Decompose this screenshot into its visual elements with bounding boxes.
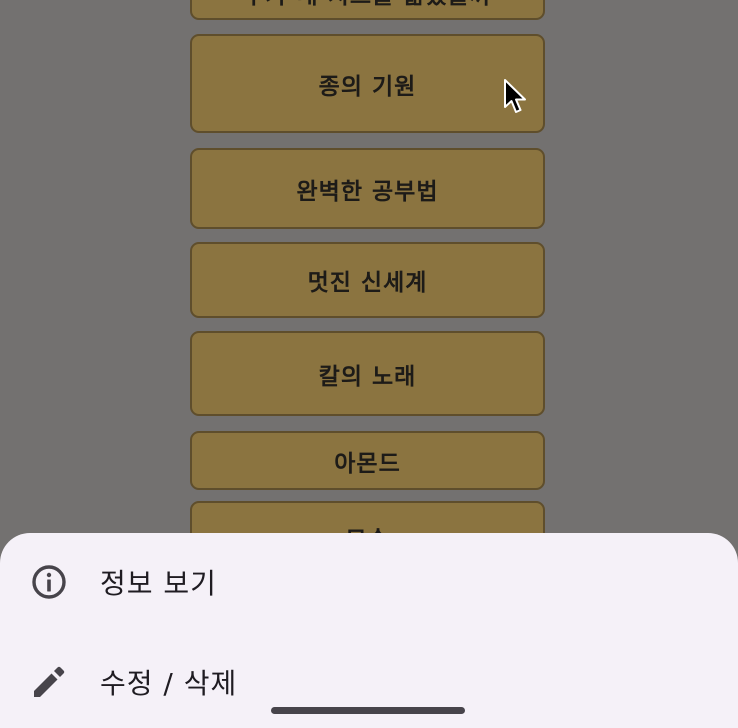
info-icon (32, 565, 66, 599)
mouse-cursor-icon (504, 79, 526, 113)
view-info-label: 정보 보기 (100, 567, 217, 600)
book-card[interactable]: 완벽한 공부법 (190, 148, 545, 229)
screen: 누가 내 치즈를 옮겼을까 종의 기원 완벽한 공부법 멋진 신세계 칼의 노래… (0, 0, 738, 728)
book-card[interactable]: 아몬드 (190, 431, 545, 490)
book-title: 칼의 노래 (318, 363, 417, 390)
book-title: 누가 내 치즈를 옮겼을까 (243, 0, 492, 10)
book-card[interactable]: 종의 기원 (190, 34, 545, 133)
edit-delete-label: 수정 / 삭제 (100, 667, 238, 700)
view-info-menu-item[interactable]: 정보 보기 (0, 543, 738, 621)
book-title: 멋진 신세계 (307, 270, 428, 296)
home-indicator[interactable] (271, 707, 465, 714)
book-title: 아몬드 (334, 450, 401, 477)
book-card[interactable]: 멋진 신세계 (190, 242, 545, 318)
pencil-icon (34, 666, 65, 697)
book-card[interactable]: 누가 내 치즈를 옮겼을까 (190, 0, 545, 20)
bottom-sheet: 정보 보기 수정 / 삭제 (0, 533, 738, 728)
book-title: 종의 기원 (318, 73, 417, 100)
book-card[interactable]: 칼의 노래 (190, 331, 545, 416)
book-title: 완벽한 공부법 (296, 178, 439, 205)
